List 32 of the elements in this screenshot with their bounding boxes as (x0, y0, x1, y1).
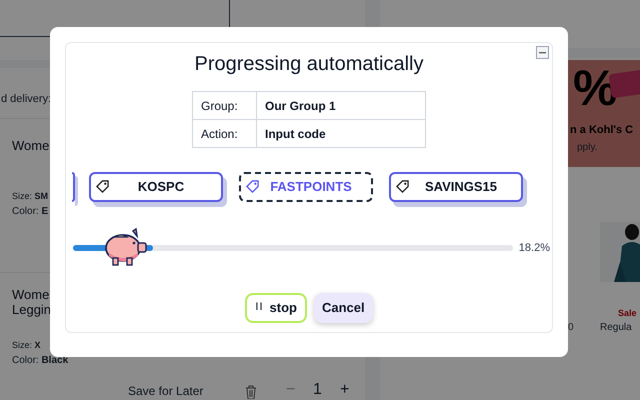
code-text: FASTPOINTS (270, 178, 352, 196)
regular-price-label: Regula (600, 321, 632, 335)
tag-icon (96, 180, 109, 193)
cancel-button[interactable]: Cancel (314, 292, 373, 322)
table-cell: Input code (256, 120, 426, 148)
price-text: 0 (568, 321, 574, 335)
minus-icon (539, 52, 546, 54)
code-text: KOSPC (138, 178, 184, 196)
progress-percent: 18.2% (518, 241, 550, 256)
size-text: Size: SM (12, 190, 48, 203)
size-text: Size: X (12, 339, 41, 352)
stop-button[interactable]: II stop (245, 292, 307, 322)
table-cell: Action: (192, 120, 256, 148)
tag-icon (396, 180, 409, 193)
tag-icon (246, 180, 259, 193)
dialog-title: Progressing automatically (194, 52, 424, 77)
quantity-value: 1 (313, 381, 322, 399)
increase-button[interactable]: + (340, 381, 350, 399)
promo-text: n a Kohl's C (570, 123, 634, 138)
trash-icon[interactable] (245, 385, 257, 399)
color-text: Color: Black (12, 354, 68, 368)
save-for-later-link[interactable]: Save for Later (128, 384, 204, 398)
table-cell: Our Group 1 (256, 92, 426, 120)
code-text: SAVINGS15 (424, 178, 497, 196)
table-cell: Group: (192, 92, 256, 120)
product-name[interactable]: Wome (12, 138, 50, 153)
promo-note: pply. (577, 141, 598, 155)
minimize-button[interactable] (536, 46, 549, 59)
sale-label: Sale (618, 307, 637, 320)
color-text: Color: E (12, 205, 48, 219)
product-name[interactable]: Wome Leggin (12, 287, 52, 317)
delivery-text: d delivery: (1, 92, 52, 107)
